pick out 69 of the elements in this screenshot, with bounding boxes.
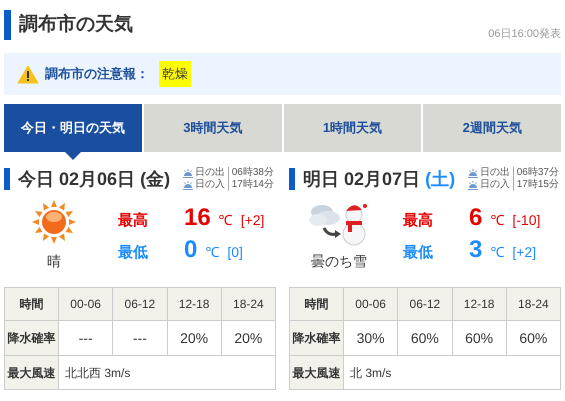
table-header: 00-06	[344, 288, 398, 320]
table-header: 最大風速	[290, 356, 344, 390]
tab[interactable]: 1時間天気	[284, 104, 422, 152]
table-header: 18-24	[506, 288, 560, 320]
temperature-unit: ℃	[490, 210, 504, 230]
high-temperature: 16	[184, 204, 211, 232]
sunrise-label: 日の出	[194, 167, 229, 179]
tab[interactable]: 2週間天気	[423, 104, 562, 152]
temperature-unit: ℃	[205, 243, 220, 262]
sunset-time: 17時14分	[230, 179, 274, 191]
low-temperature: 0	[184, 236, 198, 264]
temperature-difference: [-10]	[512, 210, 540, 230]
issued-time: 06日16:00発表	[488, 26, 561, 42]
sunrise-icon	[182, 180, 193, 190]
temperature-difference: [0]	[227, 243, 243, 262]
table-header: 00-06	[58, 288, 113, 320]
table-cell: 20%	[221, 320, 276, 356]
alert-tag: 乾燥	[159, 61, 191, 87]
title-accent-bar	[4, 10, 11, 40]
table-header: 降水確率	[290, 320, 344, 356]
table-header: 12-18	[167, 288, 222, 320]
alert-label: 調布市の注意報：	[45, 65, 149, 84]
sunrise-icon	[182, 168, 193, 178]
low-label: 最低	[403, 243, 434, 263]
high-label: 最高	[403, 210, 434, 230]
temperature-unit: ℃	[490, 243, 504, 262]
page-title: 調布市の天気	[19, 12, 133, 37]
high-temperature: 6	[469, 204, 482, 232]
low-label: 最低	[118, 243, 149, 263]
table-header: 06-12	[398, 288, 452, 320]
table-cell: ---	[58, 320, 113, 356]
table-cell: ---	[112, 320, 167, 356]
table-header: 18-24	[221, 288, 276, 320]
table-cell: 60%	[452, 320, 506, 356]
sunrise-label: 日の出	[480, 167, 514, 179]
temperature-difference: [+2]	[240, 210, 264, 230]
sunrise-time: 06時37分	[516, 167, 559, 178]
table-header: 06-12	[112, 288, 167, 320]
heading-accent-bar	[4, 168, 10, 190]
table-header: 最大風速	[4, 356, 58, 390]
weather-text: 晴	[47, 252, 61, 270]
table-cell: 60%	[398, 320, 452, 356]
sunset-label: 日の入	[480, 179, 514, 191]
table-header: 12-18	[452, 288, 506, 320]
sunset-time: 17時15分	[516, 179, 559, 191]
sunrise-time: 06時38分	[230, 167, 274, 178]
day-heading: 明日 02月07日 (土)	[303, 168, 456, 191]
temperature-unit: ℃	[218, 210, 233, 230]
table-cell: 北北西 3m/s	[58, 356, 276, 390]
temperature-difference: [+2]	[512, 243, 536, 262]
table-cell: 20%	[167, 320, 222, 356]
table-cell: 60%	[506, 320, 560, 356]
low-temperature: 3	[469, 236, 482, 264]
heading-accent-bar	[289, 168, 295, 190]
table-header: 時間	[4, 288, 58, 320]
table-header: 時間	[290, 288, 344, 320]
tab[interactable]: 3時間天気	[144, 104, 282, 152]
table-header: 降水確率	[4, 320, 58, 356]
table-cell: 30%	[344, 320, 398, 356]
tab-pointer-icon	[65, 152, 81, 160]
sunset-label: 日の入	[194, 179, 229, 191]
sunrise-icon	[468, 180, 478, 190]
day-heading: 今日 02月06日 (金)	[18, 168, 170, 191]
warning-icon	[17, 64, 39, 84]
sun-icon	[31, 198, 77, 244]
table-cell: 北 3m/s	[344, 356, 560, 390]
sunrise-icon	[468, 168, 478, 178]
high-label: 最高	[118, 210, 149, 230]
weather-text: 曇のち雪	[311, 252, 367, 270]
